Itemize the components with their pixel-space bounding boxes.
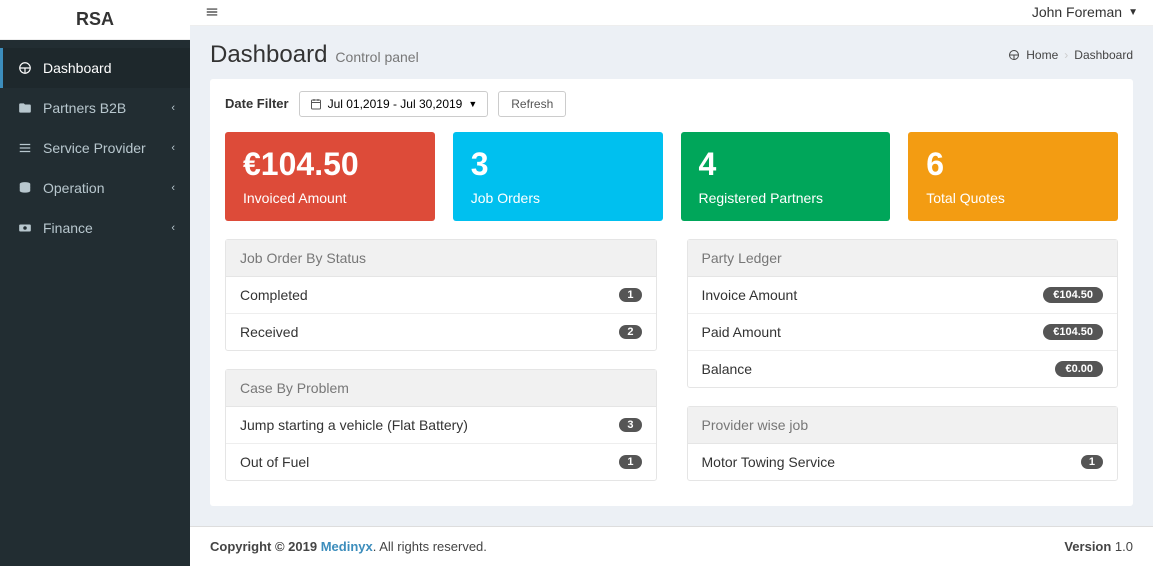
sidebar-item-operation[interactable]: Operation ‹ — [0, 168, 190, 208]
filter-row: Date Filter Jul 01,2019 - Jul 30,2019 ▼ … — [225, 91, 1118, 117]
sidebar-label: Finance — [43, 220, 171, 236]
chevron-left-icon: ‹ — [171, 222, 175, 234]
amount-badge: €104.50 — [1043, 324, 1103, 340]
list-item[interactable]: Received 2 — [226, 314, 656, 350]
breadcrumb-separator: › — [1064, 48, 1068, 62]
copyright-suffix: . All rights reserved. — [373, 539, 487, 554]
version-number: 1.0 — [1111, 539, 1133, 554]
panel-job-order-status: Job Order By Status Completed 1 Received… — [225, 239, 657, 351]
list-item[interactable]: Motor Towing Service 1 — [688, 444, 1118, 480]
user-name: John Foreman — [1032, 4, 1122, 20]
stat-value: 3 — [471, 147, 645, 182]
dashboard-icon — [1008, 49, 1020, 61]
subtitle-text: Control panel — [335, 49, 418, 65]
panel-header: Party Ledger — [688, 240, 1118, 277]
chevron-left-icon: ‹ — [171, 102, 175, 114]
count-badge: 2 — [619, 325, 641, 339]
item-label: Completed — [240, 287, 308, 303]
item-label: Received — [240, 324, 298, 340]
breadcrumb: Home › Dashboard — [1008, 48, 1133, 62]
stat-value: €104.50 — [243, 147, 417, 182]
footer-copyright: Copyright © 2019 Medinyx. All rights res… — [210, 539, 487, 554]
breadcrumb-home[interactable]: Home — [1026, 48, 1058, 62]
copyright-prefix: Copyright © 2019 — [210, 539, 321, 554]
list-item[interactable]: Paid Amount €104.50 — [688, 314, 1118, 351]
panel-header: Provider wise job — [688, 407, 1118, 444]
date-filter-label: Date Filter — [225, 96, 289, 111]
sidebar-label: Partners B2B — [43, 100, 171, 116]
sidebar: Dashboard Partners B2B ‹ Service Provide… — [0, 40, 190, 566]
list-item[interactable]: Jump starting a vehicle (Flat Battery) 3 — [226, 407, 656, 444]
stat-caption: Invoiced Amount — [243, 190, 417, 206]
item-label: Paid Amount — [702, 324, 781, 340]
stat-row: €104.50 Invoiced Amount 3 Job Orders 4 R… — [225, 132, 1118, 221]
version-label: Version — [1064, 539, 1111, 554]
amount-badge: €104.50 — [1043, 287, 1103, 303]
date-range-button[interactable]: Jul 01,2019 - Jul 30,2019 ▼ — [299, 91, 489, 117]
chevron-left-icon: ‹ — [171, 182, 175, 194]
title-text: Dashboard — [210, 41, 327, 69]
stat-value: 4 — [699, 147, 873, 182]
brand-logo[interactable]: RSA — [0, 0, 190, 40]
panel-provider-wise-job: Provider wise job Motor Towing Service 1 — [687, 406, 1119, 481]
stat-invoiced-amount[interactable]: €104.50 Invoiced Amount — [225, 132, 435, 221]
content-header: Dashboard Control panel Home › Dashboard — [190, 26, 1153, 79]
stat-caption: Registered Partners — [699, 190, 873, 206]
hamburger-icon[interactable] — [205, 5, 219, 19]
sidebar-item-dashboard[interactable]: Dashboard — [0, 48, 190, 88]
stat-caption: Total Quotes — [926, 190, 1100, 206]
sidebar-item-partners[interactable]: Partners B2B ‹ — [0, 88, 190, 128]
calendar-icon — [310, 98, 322, 110]
footer: Copyright © 2019 Medinyx. All rights res… — [190, 526, 1153, 566]
item-label: Jump starting a vehicle (Flat Battery) — [240, 417, 468, 433]
panel-party-ledger: Party Ledger Invoice Amount €104.50 Paid… — [687, 239, 1119, 388]
money-icon — [15, 221, 35, 235]
panel-case-by-problem: Case By Problem Jump starting a vehicle … — [225, 369, 657, 481]
refresh-button[interactable]: Refresh — [498, 91, 566, 117]
caret-down-icon: ▼ — [1128, 7, 1138, 18]
caret-down-icon: ▼ — [468, 99, 477, 109]
chevron-left-icon: ‹ — [171, 142, 175, 154]
content-box: Date Filter Jul 01,2019 - Jul 30,2019 ▼ … — [210, 79, 1133, 506]
dashboard-icon — [15, 61, 35, 75]
stat-job-orders[interactable]: 3 Job Orders — [453, 132, 663, 221]
list-item[interactable]: Invoice Amount €104.50 — [688, 277, 1118, 314]
sidebar-item-service-provider[interactable]: Service Provider ‹ — [0, 128, 190, 168]
amount-badge: €0.00 — [1055, 361, 1103, 377]
stat-total-quotes[interactable]: 6 Total Quotes — [908, 132, 1118, 221]
item-label: Balance — [702, 361, 753, 377]
stat-value: 6 — [926, 147, 1100, 182]
sidebar-label: Service Provider — [43, 140, 171, 156]
database-icon — [15, 181, 35, 195]
list-icon — [15, 141, 35, 155]
sidebar-label: Dashboard — [43, 60, 175, 76]
list-item[interactable]: Out of Fuel 1 — [226, 444, 656, 480]
item-label: Invoice Amount — [702, 287, 798, 303]
sidebar-item-finance[interactable]: Finance ‹ — [0, 208, 190, 248]
list-item[interactable]: Balance €0.00 — [688, 351, 1118, 387]
item-label: Out of Fuel — [240, 454, 309, 470]
list-item[interactable]: Completed 1 — [226, 277, 656, 314]
stat-registered-partners[interactable]: 4 Registered Partners — [681, 132, 891, 221]
item-label: Motor Towing Service — [702, 454, 836, 470]
panel-header: Job Order By Status — [226, 240, 656, 277]
date-range-text: Jul 01,2019 - Jul 30,2019 — [328, 97, 463, 111]
breadcrumb-current: Dashboard — [1074, 48, 1133, 62]
stat-caption: Job Orders — [471, 190, 645, 206]
count-badge: 1 — [1081, 455, 1103, 469]
topbar: John Foreman ▼ — [190, 0, 1153, 26]
sidebar-label: Operation — [43, 180, 171, 196]
page-title: Dashboard Control panel — [210, 41, 419, 69]
count-badge: 1 — [619, 455, 641, 469]
footer-company-link[interactable]: Medinyx — [321, 539, 373, 554]
count-badge: 1 — [619, 288, 641, 302]
footer-version: Version 1.0 — [1064, 539, 1133, 554]
panel-header: Case By Problem — [226, 370, 656, 407]
folder-icon — [15, 101, 35, 115]
count-badge: 3 — [619, 418, 641, 432]
user-menu[interactable]: John Foreman ▼ — [1032, 4, 1138, 20]
